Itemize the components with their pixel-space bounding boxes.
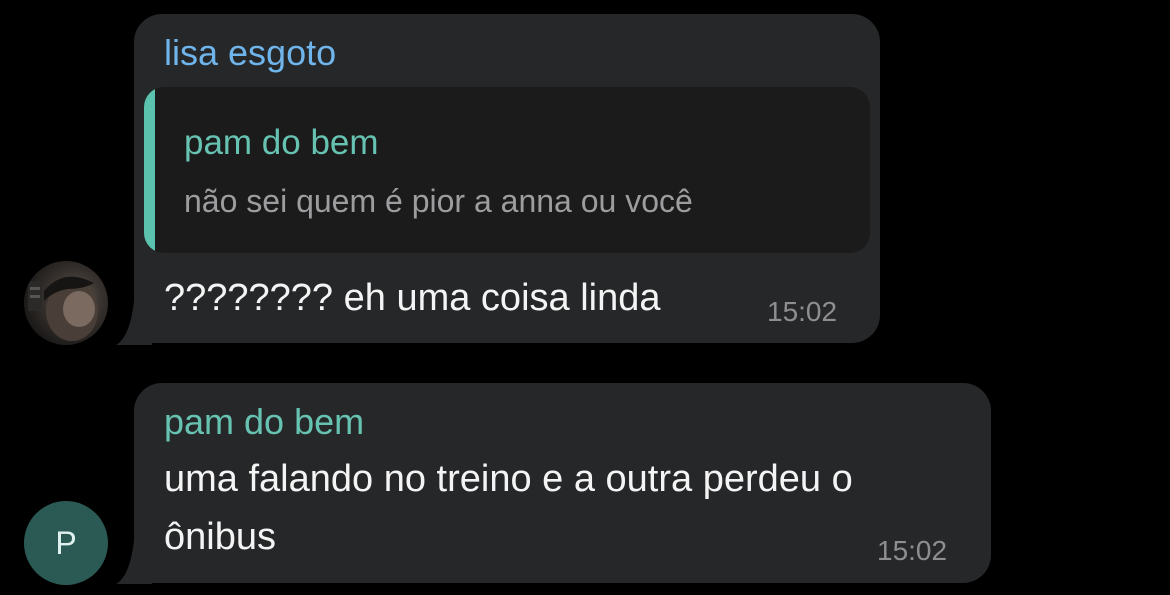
avatar-pam-do-bem[interactable]: P bbox=[24, 501, 108, 585]
reply-sender: pam do bem bbox=[184, 123, 379, 162]
message-time: 15:02 bbox=[877, 535, 948, 566]
reply-text: não sei quem é pior a anna ou você bbox=[184, 183, 693, 219]
message-bubble[interactable]: lisa esgoto pam do bem não sei quem é pi… bbox=[134, 14, 880, 343]
avatar-initial: P bbox=[55, 524, 77, 561]
message-sender[interactable]: pam do bem bbox=[164, 402, 364, 442]
avatar-lisa-esgoto[interactable] bbox=[24, 261, 108, 345]
reply-quote[interactable]: pam do bem não sei quem é pior a anna ou… bbox=[144, 87, 870, 253]
message-text: uma falando no treino e a outra perdeu o… bbox=[164, 458, 853, 558]
message-text: ???????? eh uma coisa linda bbox=[164, 277, 661, 319]
reply-accent-bar bbox=[144, 87, 155, 253]
message-time: 15:02 bbox=[767, 296, 838, 327]
message-bubble[interactable]: pam do bem uma falando no treino e a out… bbox=[134, 383, 991, 583]
avatar-photo-image bbox=[28, 276, 98, 341]
message-sender[interactable]: lisa esgoto bbox=[164, 33, 336, 73]
